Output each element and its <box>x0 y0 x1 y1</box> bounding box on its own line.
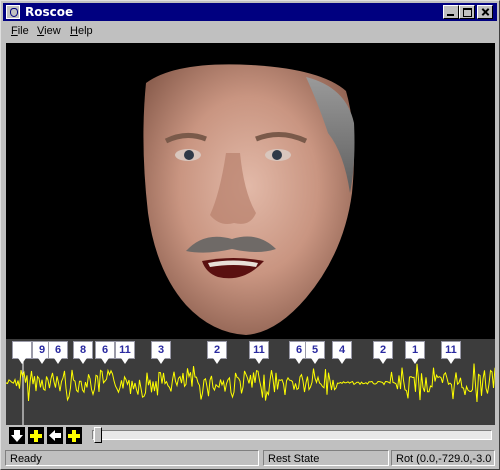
timeline-slider-track[interactable] <box>92 430 492 440</box>
status-message: Ready <box>5 450 259 466</box>
menu-help[interactable]: Help <box>70 25 93 37</box>
arrow-down-icon[interactable] <box>9 427 25 444</box>
window-title: Roscoe <box>25 5 74 19</box>
face-viewport[interactable] <box>6 43 495 339</box>
status-state: Rest State <box>263 450 389 466</box>
arrow-left-icon[interactable] <box>47 427 63 444</box>
maximize-button[interactable] <box>459 5 475 19</box>
left-pupil <box>184 150 194 160</box>
arrow-right-plus-icon[interactable] <box>66 427 82 444</box>
app-icon[interactable] <box>6 5 20 19</box>
minimize-button[interactable] <box>443 5 459 19</box>
audio-timeline[interactable]: 9 6 8 6 11 3 2 11 6 5 4 2 1 11 <box>6 339 495 425</box>
plus-icon[interactable] <box>28 427 44 444</box>
status-bar: Ready Rest State Rot (0.0,-729.0,-3.0 <box>3 449 497 468</box>
face-render <box>143 64 355 335</box>
audio-waveform <box>6 359 495 425</box>
title-bar[interactable]: Roscoe <box>3 3 497 21</box>
right-pupil <box>272 150 282 160</box>
menu-file[interactable]: File <box>11 25 29 37</box>
timeline-slider-thumb[interactable] <box>94 427 102 443</box>
waveform-line <box>6 363 495 403</box>
menu-bar: File View Help <box>3 22 497 40</box>
status-rotation: Rot (0.0,-729.0,-3.0 <box>391 450 495 466</box>
app-window: Roscoe File View Help 9 6 8 6 11 3 2 11 … <box>0 0 500 470</box>
playback-controls <box>6 425 495 447</box>
menu-view[interactable]: View <box>37 25 61 37</box>
close-button[interactable] <box>477 5 493 19</box>
